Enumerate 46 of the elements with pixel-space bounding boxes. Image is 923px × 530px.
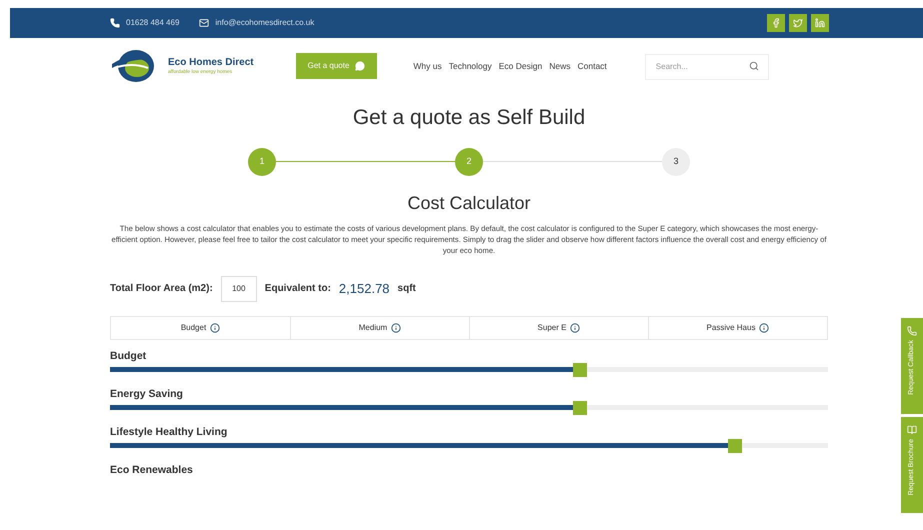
slider[interactable] (110, 400, 828, 414)
category-tab[interactable]: Super E (469, 316, 648, 338)
social-link[interactable] (767, 14, 785, 32)
slider-label: Energy Saving (110, 386, 184, 400)
equivalent-value: 2,152.78 (338, 280, 390, 298)
category-tab[interactable]: Passive Haus (648, 316, 827, 338)
social-link[interactable] (789, 14, 807, 32)
email-address: info@ecohomesdirect.co.uk (215, 17, 314, 29)
search-icon (748, 61, 759, 71)
info-icon (210, 322, 220, 332)
equivalent-unit: sqft (398, 282, 416, 296)
logo-name: Eco Homes Direct (168, 58, 254, 68)
phone-icon (110, 18, 120, 28)
linkedin-icon (815, 18, 825, 28)
book-icon (907, 425, 917, 435)
email-icon (199, 18, 210, 28)
phone-icon (907, 326, 917, 336)
slider-label: Eco Renewables (110, 462, 194, 476)
social-link[interactable] (811, 14, 829, 32)
slider[interactable] (110, 438, 828, 452)
search-field[interactable]: Search... (644, 54, 769, 80)
twitter-icon (793, 18, 803, 28)
slider-label: Lifestyle Healthy Living (110, 424, 228, 438)
slider-thumb[interactable] (573, 400, 588, 414)
info-icon (759, 322, 770, 332)
section-heading: Cost Calculator (407, 192, 531, 214)
nav-link[interactable]: Why us (413, 60, 442, 72)
nav-link[interactable]: Contact (578, 60, 607, 72)
info-icon (570, 322, 580, 332)
nav-link[interactable]: Eco Design (498, 60, 542, 72)
floor-area-field[interactable]: 100 (220, 276, 257, 302)
slider-thumb[interactable] (728, 438, 742, 452)
slider-thumb[interactable] (573, 362, 588, 376)
slider[interactable] (110, 362, 828, 376)
floor-area-label: Total Floor Area (m2): (110, 282, 213, 296)
nav-link[interactable]: News (549, 60, 570, 72)
equivalent-label: Equivalent to: (264, 282, 331, 296)
category-tab[interactable]: Budget (111, 316, 290, 338)
nav-link[interactable]: Technology (448, 60, 492, 72)
page-title: Get a quote as Self Build (352, 105, 586, 131)
chat-icon (355, 61, 366, 71)
info-icon (391, 322, 402, 332)
category-tab[interactable]: Medium (290, 316, 469, 338)
facebook-icon (771, 18, 781, 28)
phone-number: 01628 484 469 (126, 17, 180, 29)
slider-label: Budget (110, 348, 148, 362)
